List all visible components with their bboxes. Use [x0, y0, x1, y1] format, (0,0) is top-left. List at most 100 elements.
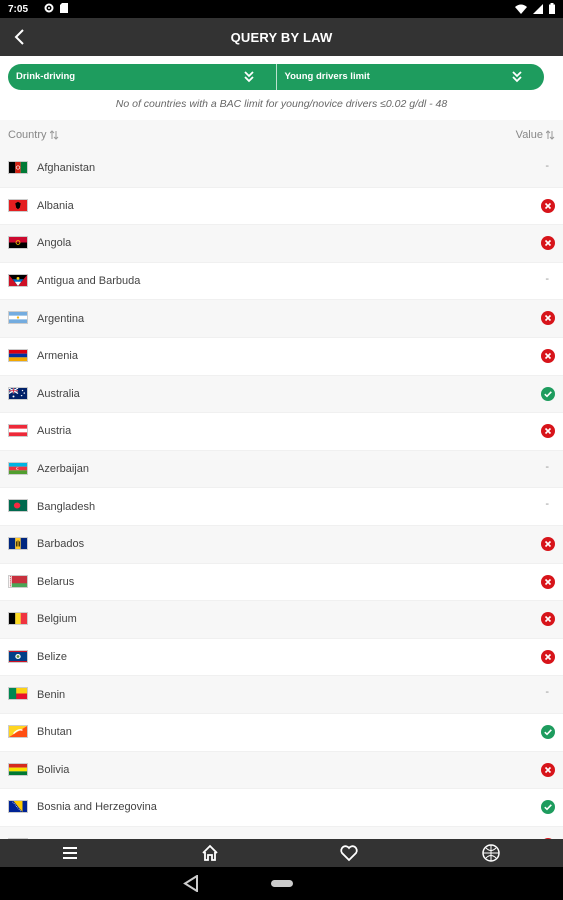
table-row[interactable]: Belarus — [0, 563, 563, 602]
no-data-dash: - — [545, 160, 549, 172]
double-chevron-down-icon — [243, 71, 254, 83]
flag-bhutan-icon — [8, 724, 28, 738]
table-row[interactable]: Afghanistan - — [0, 150, 563, 188]
cross-circle-icon — [541, 612, 555, 627]
signal-icon — [533, 3, 543, 14]
flag-bosnia-icon — [8, 800, 28, 814]
flag-bolivia-icon — [8, 762, 28, 776]
no-data-dash: - — [545, 460, 549, 473]
table-row[interactable]: Barbados — [0, 525, 563, 564]
country-name: Belarus — [37, 575, 75, 588]
country-name: Bangladesh — [37, 500, 96, 513]
country-name: Albania — [37, 199, 74, 212]
cross-circle-icon — [541, 236, 555, 251]
flag-argentina-icon — [8, 311, 28, 325]
bottom-nav — [0, 839, 563, 867]
country-name: Belize — [37, 651, 67, 664]
cross-circle-icon — [541, 649, 555, 664]
flag-bangladesh-icon — [8, 499, 28, 513]
table-row[interactable]: Austria — [0, 413, 563, 451]
heart-icon[interactable] — [339, 843, 359, 863]
flag-australia-icon — [8, 386, 28, 400]
flag-austria-icon — [8, 424, 28, 438]
cross-circle-icon — [541, 198, 555, 213]
sort-country-header[interactable]: Country — [8, 129, 59, 141]
system-home-pill[interactable] — [271, 880, 293, 887]
cross-circle-icon — [541, 424, 555, 439]
flag-belarus-icon — [8, 574, 28, 588]
cross-circle-icon — [541, 536, 555, 551]
page-title: QUERY BY LAW — [230, 30, 333, 45]
country-name: Belgium — [37, 613, 77, 626]
table-row[interactable]: Argentina — [0, 300, 563, 338]
check-circle-icon — [541, 800, 555, 815]
country-name: Bosnia and Herzegovina — [37, 801, 157, 814]
table-row[interactable]: Botswana — [0, 826, 563, 839]
country-name: Australia — [37, 387, 80, 400]
table-row[interactable]: Bosnia and Herzegovina — [0, 789, 563, 827]
country-name: Angola — [37, 237, 72, 250]
table-row[interactable]: Benin - — [0, 676, 563, 714]
sim-card-icon — [60, 3, 68, 13]
filter-law-dropdown[interactable]: Young drivers limit — [275, 64, 545, 90]
home-icon[interactable] — [200, 843, 220, 863]
country-name: Bolivia — [37, 763, 70, 776]
filter-law-label: Young drivers limit — [284, 71, 370, 82]
table-row[interactable]: Angola — [0, 225, 563, 263]
cross-circle-icon — [541, 762, 555, 777]
battery-icon — [549, 3, 555, 14]
status-left-icons — [38, 3, 68, 13]
check-circle-icon — [541, 386, 555, 401]
table-row[interactable]: Antigua and Barbuda - — [0, 262, 563, 301]
menu-icon[interactable] — [60, 843, 80, 863]
country-name: Bhutan — [37, 726, 72, 739]
country-name: Austria — [37, 425, 72, 438]
no-data-dash: - — [545, 272, 549, 285]
table-header: Country Value — [0, 120, 563, 150]
value-column-label: Value — [515, 129, 543, 141]
table-row[interactable]: Australia — [0, 375, 563, 414]
sort-icon — [546, 130, 555, 140]
country-list[interactable]: Afghanistan - Albania Angola Antigua and Bar… — [0, 150, 563, 839]
table-row[interactable]: Belgium — [0, 601, 563, 639]
flag-albania-icon — [8, 198, 28, 212]
app-bar: QUERY BY LAW — [0, 18, 563, 56]
filter-category-label: Drink-driving — [16, 71, 76, 82]
table-row[interactable]: Bhutan — [0, 713, 563, 752]
table-row[interactable]: Armenia — [0, 337, 563, 376]
cross-circle-icon — [541, 574, 555, 589]
filter-bar: Drink-driving Young drivers limit — [8, 64, 544, 90]
table-row[interactable]: Bangladesh - — [0, 488, 563, 526]
table-row[interactable]: Belize — [0, 638, 563, 677]
status-bar: 7:05 — [0, 0, 563, 18]
system-nav-bar — [0, 867, 563, 900]
no-data-dash: - — [545, 498, 549, 511]
flag-benin-icon — [8, 687, 28, 701]
gear-icon — [44, 3, 54, 13]
flag-angola-icon — [8, 236, 28, 250]
country-name: Benin — [37, 688, 66, 701]
flag-afghanistan-icon — [8, 161, 28, 174]
status-right-icons — [515, 3, 555, 14]
country-column-label: Country — [8, 129, 47, 141]
flag-belgium-icon — [8, 612, 28, 626]
status-time: 7:05 — [8, 4, 29, 15]
check-circle-icon — [541, 724, 555, 739]
country-name: Afghanistan — [37, 162, 96, 175]
table-row[interactable]: Albania — [0, 187, 563, 226]
country-name: Barbados — [37, 538, 85, 551]
who-logo-icon[interactable] — [481, 843, 501, 863]
double-chevron-down-icon — [512, 71, 522, 83]
system-back-icon[interactable] — [183, 875, 199, 892]
cross-circle-icon — [541, 311, 555, 326]
country-name: Azerbaijan — [37, 463, 89, 476]
summary-text: No of countries with a BAC limit for you… — [115, 98, 448, 110]
sort-value-header[interactable]: Value — [516, 129, 555, 141]
cross-circle-icon — [541, 348, 555, 363]
table-row[interactable]: Bolivia — [0, 751, 563, 790]
country-name: Antigua and Barbuda — [37, 275, 141, 288]
country-name: Argentina — [37, 312, 85, 325]
sort-icon — [49, 130, 58, 140]
table-row[interactable]: Azerbaijan - — [0, 450, 563, 489]
filter-category-dropdown[interactable]: Drink-driving — [8, 64, 276, 90]
